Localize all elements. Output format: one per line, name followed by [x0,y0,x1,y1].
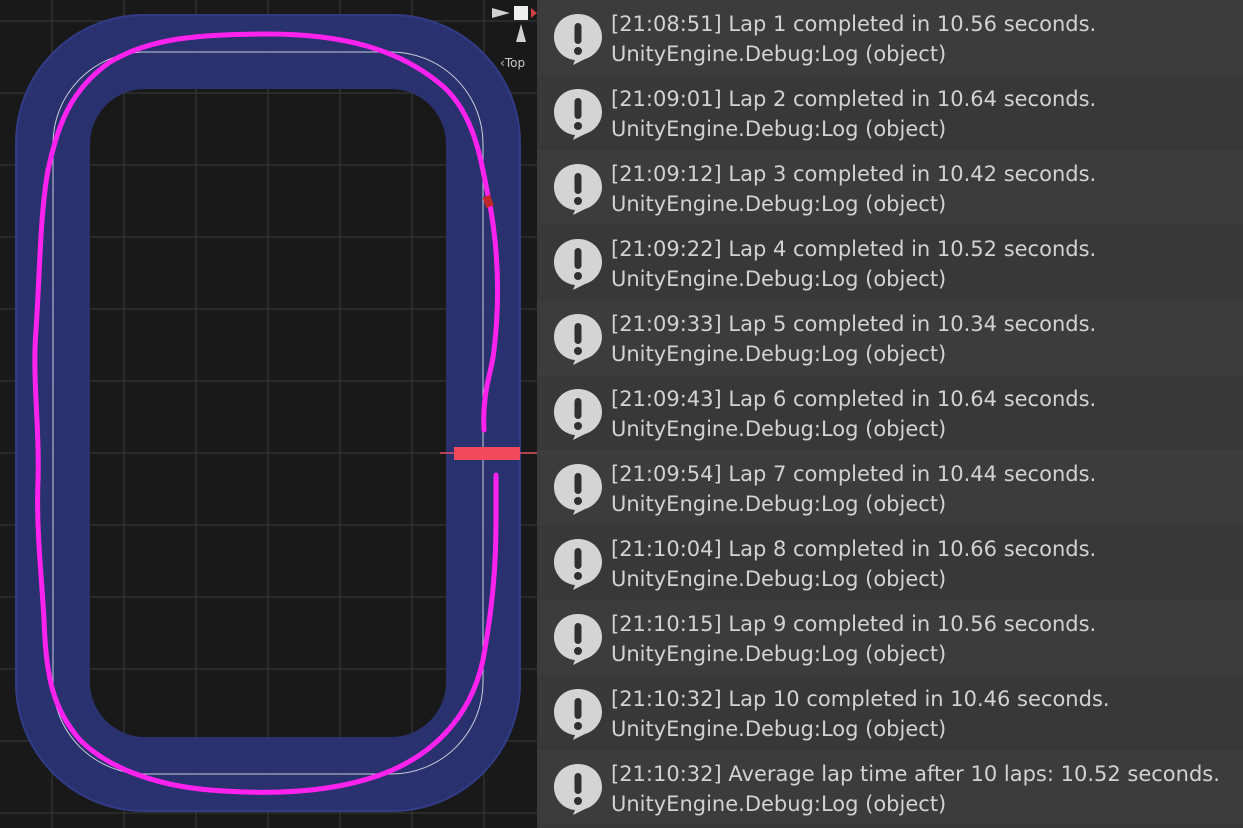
warning-speech-bubble-icon [551,461,605,515]
console-log-entry[interactable]: [21:09:12] Lap 3 completed in 10.42 seco… [537,150,1243,225]
warning-speech-bubble-icon [551,86,605,140]
log-entry-text: [21:09:54] Lap 7 completed in 10.44 seco… [611,459,1096,519]
console-log-entry[interactable]: [21:10:32] Lap 10 completed in 10.46 sec… [537,675,1243,750]
warning-speech-bubble-icon [551,611,605,665]
warning-speech-bubble-icon [551,536,605,590]
log-entry-text: [21:09:43] Lap 6 completed in 10.64 seco… [611,384,1096,444]
console-log-entry[interactable]: [21:10:32] Average lap time after 10 lap… [537,750,1243,825]
log-stack-source: UnityEngine.Debug:Log (object) [611,567,947,591]
log-stack-source: UnityEngine.Debug:Log (object) [611,342,947,366]
log-message: [21:10:32] Lap 10 completed in 10.46 sec… [611,687,1110,711]
log-stack-source: UnityEngine.Debug:Log (object) [611,492,947,516]
log-entry-text: [21:10:04] Lap 8 completed in 10.66 seco… [611,534,1096,594]
log-entry-text: [21:10:15] Lap 9 completed in 10.56 seco… [611,609,1096,669]
orientation-gizmo[interactable] [492,6,537,42]
console-log-entry[interactable]: [21:09:01] Lap 2 completed in 10.64 seco… [537,75,1243,150]
warning-speech-bubble-icon [551,11,605,65]
log-stack-source: UnityEngine.Debug:Log (object) [611,192,947,216]
log-message: [21:09:33] Lap 5 completed in 10.34 seco… [611,312,1097,336]
view-orientation-label[interactable]: ‹Top [500,56,525,70]
log-message: [21:09:54] Lap 7 completed in 10.44 seco… [611,462,1097,486]
log-message: [21:08:51] Lap 1 completed in 10.56 seco… [611,12,1097,36]
log-entry-text: [21:09:12] Lap 3 completed in 10.42 seco… [611,159,1096,219]
log-stack-source: UnityEngine.Debug:Log (object) [611,117,947,141]
warning-speech-bubble-icon [551,386,605,440]
log-stack-source: UnityEngine.Debug:Log (object) [611,642,947,666]
log-stack-source: UnityEngine.Debug:Log (object) [611,792,947,816]
console-log-entry[interactable]: [21:10:04] Lap 8 completed in 10.66 seco… [537,525,1243,600]
log-message: [21:09:43] Lap 6 completed in 10.64 seco… [611,387,1097,411]
log-entry-text: [21:09:33] Lap 5 completed in 10.34 seco… [611,309,1096,369]
gizmo-x-arrow-icon[interactable] [492,8,510,18]
scene-canvas[interactable] [0,0,537,828]
log-entry-text: [21:08:51] Lap 1 completed in 10.56 seco… [611,9,1096,69]
warning-speech-bubble-icon [551,761,605,815]
warning-speech-bubble-icon [551,236,605,290]
log-stack-source: UnityEngine.Debug:Log (object) [611,417,947,441]
log-message: [21:09:01] Lap 2 completed in 10.64 seco… [611,87,1097,111]
log-entry-text: [21:10:32] Lap 10 completed in 10.46 sec… [611,684,1110,744]
log-message: [21:10:04] Lap 8 completed in 10.66 seco… [611,537,1097,561]
console-panel[interactable]: [21:08:51] Lap 1 completed in 10.56 seco… [537,0,1243,828]
log-stack-source: UnityEngine.Debug:Log (object) [611,717,947,741]
racing-line-path [32,31,500,795]
orientation-text: Top [504,56,526,70]
warning-speech-bubble-icon [551,686,605,740]
log-message: [21:09:12] Lap 3 completed in 10.42 seco… [611,162,1097,186]
gizmo-y-arrow-icon[interactable] [516,24,526,42]
console-log-entry[interactable]: [21:08:51] Lap 1 completed in 10.56 seco… [537,0,1243,75]
console-log-entry[interactable]: [21:09:43] Lap 6 completed in 10.64 seco… [537,375,1243,450]
scene-view[interactable]: ‹Top [0,0,537,828]
log-entry-text: [21:09:22] Lap 4 completed in 10.52 seco… [611,234,1096,294]
console-log-entry[interactable]: [21:09:33] Lap 5 completed in 10.34 seco… [537,300,1243,375]
gizmo-center-cube-icon[interactable] [514,6,528,20]
log-message: [21:10:32] Average lap time after 10 lap… [611,762,1220,786]
start-finish-line[interactable] [454,447,520,460]
warning-speech-bubble-icon [551,161,605,215]
console-log-entry[interactable]: [21:09:22] Lap 4 completed in 10.52 seco… [537,225,1243,300]
log-stack-source: UnityEngine.Debug:Log (object) [611,42,947,66]
console-log-entry[interactable]: [21:09:54] Lap 7 completed in 10.44 seco… [537,450,1243,525]
log-message: [21:10:15] Lap 9 completed in 10.56 seco… [611,612,1097,636]
log-entry-text: [21:10:32] Average lap time after 10 lap… [611,759,1220,819]
log-message: [21:09:22] Lap 4 completed in 10.52 seco… [611,237,1097,261]
warning-speech-bubble-icon [551,311,605,365]
log-stack-source: UnityEngine.Debug:Log (object) [611,267,947,291]
log-entry-text: [21:09:01] Lap 2 completed in 10.64 seco… [611,84,1096,144]
console-log-entry[interactable]: [21:10:15] Lap 9 completed in 10.56 seco… [537,600,1243,675]
